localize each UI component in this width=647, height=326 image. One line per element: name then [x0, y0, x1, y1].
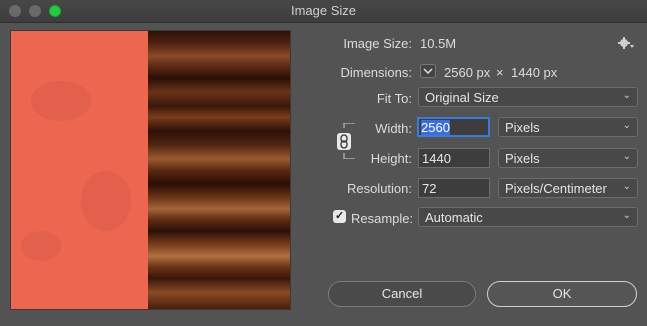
- chevron-down-icon: ⌄: [622, 120, 631, 131]
- preview-left-region: [11, 31, 148, 309]
- image-size-value: 10.5M: [420, 36, 457, 51]
- height-input[interactable]: 1440: [418, 148, 490, 168]
- resolution-label: Resolution:: [346, 181, 412, 196]
- fit-to-select[interactable]: Original Size ⌄: [418, 87, 638, 107]
- height-unit-value: Pixels: [505, 151, 540, 166]
- resolution-unit-select[interactable]: Pixels/Centimeter ⌄: [498, 178, 638, 198]
- gear-icon[interactable]: [618, 36, 634, 50]
- chevron-down-icon: ⌄: [622, 90, 631, 101]
- width-unit-value: Pixels: [505, 120, 540, 135]
- cancel-button[interactable]: Cancel: [328, 281, 476, 307]
- image-size-dialog: Image Size Image Size: 10.5M Dimensions:…: [0, 0, 647, 326]
- resample-value: Automatic: [425, 210, 483, 225]
- dimensions-width-value: 2560 px: [444, 65, 491, 80]
- height-label: Height:: [370, 151, 412, 166]
- title-bar: Image Size: [0, 0, 647, 23]
- resample-checkbox[interactable]: ✓: [333, 210, 346, 223]
- chevron-down-icon: ⌄: [622, 151, 631, 162]
- image-size-label: Image Size:: [343, 36, 412, 51]
- height-value: 1440: [422, 151, 451, 166]
- dimensions-times: ×: [496, 65, 504, 80]
- width-input[interactable]: 2560: [417, 117, 490, 137]
- ok-button[interactable]: OK: [487, 281, 637, 307]
- chevron-down-icon[interactable]: [420, 64, 436, 78]
- resample-select[interactable]: Automatic ⌄: [418, 207, 638, 227]
- width-label: Width:: [375, 121, 412, 136]
- chevron-down-icon: ⌄: [622, 210, 631, 221]
- checkmark-icon: ✓: [335, 210, 345, 222]
- image-preview[interactable]: [10, 30, 291, 310]
- width-value: 2560: [421, 120, 450, 135]
- width-unit-select[interactable]: Pixels ⌄: [498, 117, 638, 137]
- chevron-down-icon: ⌄: [622, 181, 631, 192]
- fit-to-label: Fit To:: [376, 91, 412, 106]
- preview-right-region: [148, 31, 290, 309]
- dimensions-label: Dimensions:: [340, 65, 412, 80]
- resample-label: Resample:: [351, 211, 414, 226]
- resolution-unit-value: Pixels/Centimeter: [505, 181, 607, 196]
- resolution-input[interactable]: 72: [418, 178, 490, 198]
- fit-to-value: Original Size: [425, 90, 499, 105]
- window-title: Image Size: [290, 3, 357, 18]
- resolution-value: 72: [422, 181, 437, 196]
- dimensions-height-value: 1440 px: [511, 65, 558, 80]
- height-unit-select[interactable]: Pixels ⌄: [498, 148, 638, 168]
